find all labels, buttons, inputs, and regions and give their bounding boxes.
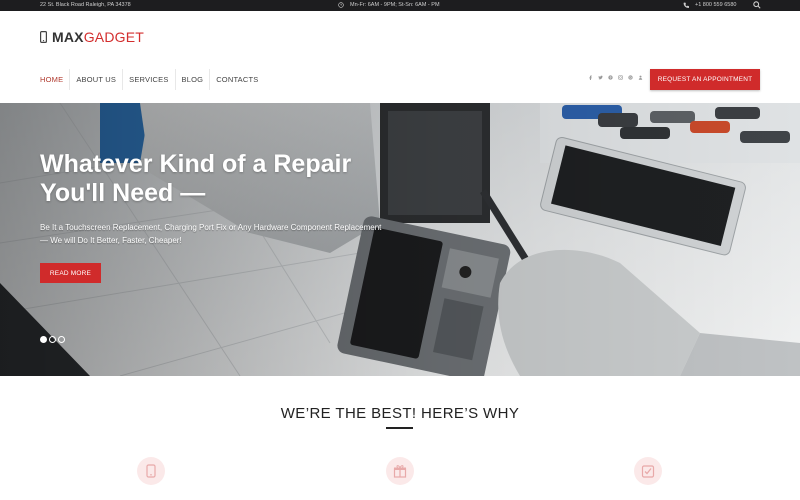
nav-item-blog[interactable]: BLOG [174, 69, 210, 90]
read-more-button[interactable]: READ MORE [40, 263, 101, 283]
request-appointment-button[interactable]: REQUEST AN APPOINTMENT [650, 69, 760, 90]
hero-title: Whatever Kind of a Repair You'll Need — [40, 150, 420, 208]
feature-check-icon-wrap [634, 457, 662, 485]
hero-subtitle: Be It a Touchscreen Replacement, Chargin… [40, 221, 440, 247]
site-logo[interactable]: MAXGADGET [40, 29, 144, 45]
hero-title-line-2: You'll Need — [40, 179, 206, 207]
phone-info[interactable]: +1 800 559 6580 [683, 2, 736, 8]
clock-icon [338, 2, 344, 8]
pinterest-icon[interactable] [608, 75, 613, 80]
hero-slider: Whatever Kind of a Repair You'll Need — … [0, 103, 800, 376]
slider-dot-1[interactable] [40, 336, 47, 343]
hours-info: Mn-Fr: 6AM - 9PM; St-Sn: 6AM - PM [338, 2, 440, 8]
nav-item-services[interactable]: SERVICES [122, 69, 174, 90]
nav-item-home[interactable]: HOME [40, 69, 69, 90]
logo-text-bold: MAX [52, 29, 84, 45]
check-icon [641, 465, 655, 478]
address-text: 22 St. Black Road Raleigh, PA 34378 [40, 2, 131, 8]
phone-logo-icon [40, 31, 47, 43]
top-info-bar: 22 St. Black Road Raleigh, PA 34378 Mn-F… [0, 0, 800, 11]
hero-subtitle-line-1: Be It a Touchscreen Replacement, Chargin… [40, 223, 382, 232]
slider-dot-3[interactable] [58, 336, 65, 343]
facebook-icon[interactable] [588, 75, 593, 80]
twitter-icon[interactable] [598, 75, 603, 80]
hours-text: Mn-Fr: 6AM - 9PM; St-Sn: 6AM - PM [350, 2, 440, 8]
feature-gift-icon-wrap [386, 457, 414, 485]
main-nav: HOME ABOUT US SERVICES BLOG CONTACTS [40, 69, 264, 90]
gift-icon [393, 465, 407, 478]
phone-text: +1 800 559 6580 [695, 2, 737, 8]
social-links [588, 75, 643, 80]
phone-icon [683, 2, 689, 8]
slider-dots [40, 336, 65, 343]
slider-dot-2[interactable] [49, 336, 56, 343]
feature-phone-icon-wrap [137, 457, 165, 485]
nav-item-contacts[interactable]: CONTACTS [209, 69, 264, 90]
person-icon[interactable] [638, 75, 643, 80]
instagram-icon[interactable] [618, 75, 623, 80]
hero-subtitle-line-2: — We will Do It Better, Faster, Cheaper! [40, 236, 182, 245]
nav-item-about-us[interactable]: ABOUT US [69, 69, 122, 90]
logo-text: MAXGADGET [52, 29, 144, 45]
search-icon[interactable] [753, 1, 761, 9]
google-icon[interactable] [628, 75, 633, 80]
section-title: WE’RE THE BEST! HERE’S WHY [280, 405, 520, 422]
section-divider [386, 427, 413, 429]
hero-title-line-1: Whatever Kind of a Repair [40, 150, 352, 178]
logo-text-accent: GADGET [83, 29, 145, 45]
phone-icon [146, 464, 156, 478]
